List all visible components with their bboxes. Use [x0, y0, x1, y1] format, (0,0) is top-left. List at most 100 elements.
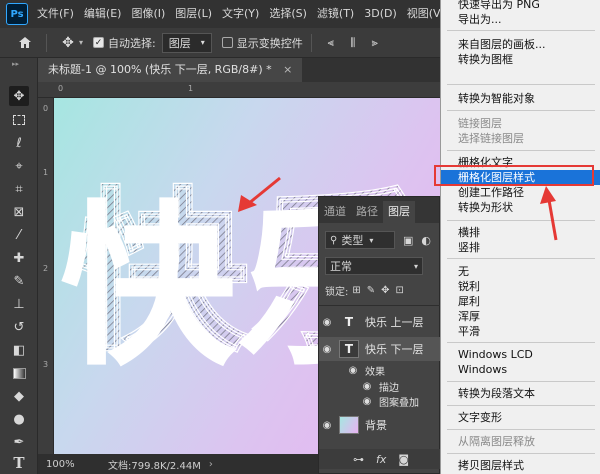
menu-layer[interactable]: 图层(L) — [170, 0, 217, 28]
link-icon[interactable]: ⊶ — [353, 453, 364, 466]
document-tab[interactable]: 未标题-1 @ 100% (快乐 下一层, RGB/8#) * × — [38, 58, 303, 82]
mask-icon[interactable]: ◙ — [398, 453, 409, 466]
menu-item-convert-to-frame[interactable]: 转换为图框 — [441, 52, 600, 67]
layer-row[interactable]: ◉ T 快乐 下一层 — [319, 337, 441, 361]
blur-tool-icon[interactable]: ◆ — [9, 386, 29, 406]
menu-item-create-work-path[interactable]: 创建工作路径 — [441, 185, 600, 200]
menu-item-warp-text[interactable]: 文字变形 — [441, 410, 600, 425]
type-tool-icon[interactable]: T — [9, 453, 29, 473]
eye-icon[interactable]: ◉ — [359, 381, 375, 392]
menu-file[interactable]: 文件(F) — [32, 0, 79, 28]
annotation-arrow-up — [540, 186, 558, 241]
menu-edit[interactable]: 编辑(E) — [79, 0, 127, 28]
horizontal-ruler[interactable]: 0 1 — [38, 82, 440, 98]
menu-separator — [447, 405, 595, 406]
lock-transparency-icon[interactable]: ⊞ — [352, 285, 360, 296]
context-menu: 快速导出为 PNG 导出为... 来自图层的画板... 转换为图框 转换为智能对… — [440, 0, 600, 474]
stamp-tool-icon[interactable]: ⊥ — [9, 294, 29, 314]
chevron-right-icon[interactable]: › — [209, 459, 213, 470]
show-transform-checkbox[interactable] — [221, 37, 233, 48]
menu-item-copy-layer-style[interactable]: 拷贝图层样式 — [441, 458, 600, 473]
menu-item-select-linked-layers[interactable]: 选择链接图层 — [441, 131, 600, 146]
menu-item-antialias-sharp[interactable]: 锐利 — [441, 279, 600, 294]
menu-item-windows[interactable]: Windows — [441, 362, 600, 377]
gradient-tool-icon[interactable] — [9, 363, 29, 383]
lock-position-icon[interactable]: ✥ — [381, 285, 389, 296]
home-icon[interactable] — [14, 32, 36, 54]
menu-item-antialias-strong[interactable]: 浑厚 — [441, 309, 600, 324]
move-tool-icon[interactable]: ✥ — [9, 86, 29, 106]
tab-channels[interactable]: 通道 — [319, 201, 351, 223]
zoom-level[interactable]: 100% — [46, 459, 108, 470]
history-brush-tool-icon[interactable]: ↺ — [9, 317, 29, 337]
menu-separator — [447, 342, 595, 343]
brush-tool-icon[interactable]: ✎ — [9, 271, 29, 291]
tab-layers[interactable]: 图层 — [383, 201, 415, 223]
layer-filter-dropdown[interactable]: ⚲ 类型 ▾ — [325, 231, 395, 249]
eye-icon[interactable]: ◉ — [359, 396, 375, 407]
menu-3d[interactable]: 3D(D) — [359, 0, 402, 28]
document-tab-title: 未标题-1 @ 100% (快乐 下一层, RGB/8#) * — [48, 63, 272, 76]
effect-row-pattern[interactable]: ◉ 图案叠加 — [319, 394, 441, 409]
menu-item-windows-lcd[interactable]: Windows LCD — [441, 347, 600, 362]
quick-select-tool-icon[interactable]: ⌖ — [9, 156, 29, 176]
menu-item-horizontal[interactable]: 横排 — [441, 225, 600, 240]
menu-select[interactable]: 选择(S) — [264, 0, 312, 28]
menu-item-antialias-none[interactable]: 无 — [441, 264, 600, 279]
menu-filter[interactable]: 滤镜(T) — [312, 0, 359, 28]
menu-item-vertical[interactable]: 竖排 — [441, 240, 600, 255]
blend-mode-dropdown[interactable]: 正常 ▾ — [325, 257, 423, 275]
lock-artboard-icon[interactable]: ⊡ — [396, 285, 404, 296]
eye-icon[interactable]: ◉ — [319, 344, 335, 355]
align-left-icon[interactable]: ⫷ — [320, 32, 342, 54]
menu-item-convert-to-paragraph-text[interactable]: 转换为段落文本 — [441, 386, 600, 401]
chevron-down-icon[interactable]: ▾ — [79, 38, 83, 47]
close-icon[interactable]: × — [283, 63, 292, 76]
effects-label: 效果 — [365, 367, 385, 378]
auto-select-value: 图层 — [168, 36, 191, 50]
lasso-tool-icon[interactable]: ℓ — [9, 133, 29, 153]
eye-icon[interactable]: ◉ — [319, 420, 335, 431]
auto-select-checkbox[interactable]: ✓ — [93, 37, 105, 48]
crop-tool-icon[interactable]: ⌗ — [9, 179, 29, 199]
pen-tool-icon[interactable]: ✒ — [9, 432, 29, 452]
move-tool-icon[interactable]: ✥ — [57, 32, 79, 54]
auto-select-dropdown[interactable]: 图层 ▾ — [161, 32, 212, 53]
eyedropper-tool-icon[interactable]: ⁄ — [9, 225, 29, 245]
menu-item-release-from-isolation[interactable]: 从隔离图层释放 — [441, 434, 600, 449]
tab-paths[interactable]: 路径 — [351, 201, 383, 223]
menu-item-convert-to-smart-object[interactable]: 转换为智能对象 — [441, 91, 600, 106]
eye-icon[interactable]: ◉ — [345, 365, 361, 376]
menu-item-export-as[interactable]: 导出为... — [441, 12, 600, 27]
layer-row[interactable]: ◉ 背景 — [319, 413, 441, 437]
eraser-tool-icon[interactable]: ◧ — [9, 340, 29, 360]
align-right-icon[interactable]: ⫸ — [364, 32, 386, 54]
panel-collapse-icon[interactable]: ▸▸ — [12, 60, 19, 68]
healing-brush-tool-icon[interactable]: ✚ — [9, 248, 29, 268]
filter-adjustment-icon[interactable]: ◐ — [421, 234, 431, 247]
document-info[interactable]: 文档:799.8K/2.44M — [108, 457, 201, 472]
layer-row[interactable]: ◉ T 快乐 上一层 — [319, 311, 441, 333]
effects-row[interactable]: ◉ 效果 — [319, 363, 441, 378]
lock-pixels-icon[interactable]: ✎ — [367, 285, 375, 296]
frame-tool-icon[interactable]: ⊠ — [9, 202, 29, 222]
menu-item-convert-to-shape[interactable]: 转换为形状 — [441, 200, 600, 215]
effect-row-stroke[interactable]: ◉ 描边 — [319, 379, 441, 394]
marquee-tool-icon[interactable] — [9, 110, 29, 130]
menu-item-artboard-from-layers[interactable]: 来自图层的画板... — [441, 37, 600, 52]
eye-icon[interactable]: ◉ — [319, 317, 335, 328]
vertical-ruler[interactable]: 0 1 2 3 — [38, 98, 54, 454]
filter-image-icon[interactable]: ▣ — [403, 234, 413, 247]
effect-name: 图案叠加 — [379, 398, 419, 409]
menu-item-link-layers[interactable]: 链接图层 — [441, 116, 600, 131]
text-layer-thumb-icon: T — [339, 340, 359, 358]
menu-item-antialias-crisp[interactable]: 犀利 — [441, 294, 600, 309]
menu-type[interactable]: 文字(Y) — [217, 0, 264, 28]
menu-item-antialias-smooth[interactable]: 平滑 — [441, 324, 600, 339]
fx-icon[interactable]: fx — [376, 453, 386, 466]
menu-item-quick-export-png[interactable]: 快速导出为 PNG — [441, 0, 600, 12]
align-center-icon[interactable]: ⫼ — [342, 32, 364, 54]
menu-image[interactable]: 图像(I) — [126, 0, 170, 28]
layers-panel: 通道 路径 图层 ⚲ 类型 ▾ ▣ ◐ 正常 ▾ 锁定: ⊞ ✎ ✥ ⊡ ◉ T… — [318, 196, 441, 474]
dodge-tool-icon[interactable]: ● — [9, 409, 29, 429]
